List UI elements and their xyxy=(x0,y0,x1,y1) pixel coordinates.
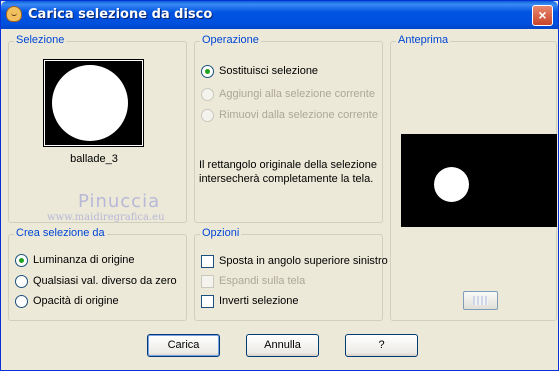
radio-label: Aggiungi alla selezione corrente xyxy=(219,88,375,100)
dropdown-arrow-icon[interactable] xyxy=(136,96,142,100)
preview-circle-shape xyxy=(434,167,469,202)
checkbox-sposta[interactable]: Sposta in angolo superiore sinistro xyxy=(201,253,388,269)
crea-selezione-group-title: Crea selezione da xyxy=(14,227,107,239)
checkbox-label: Inverti selezione xyxy=(219,295,299,307)
radio-label: Opacità di origine xyxy=(33,295,119,307)
radio-sostituisci[interactable]: Sostituisci selezione xyxy=(201,63,318,79)
radio-opacita[interactable]: Opacità di origine xyxy=(15,293,119,309)
dialog-window: Carica selezione da disco × Selezione ba… xyxy=(0,0,559,371)
opzioni-group-title: Opzioni xyxy=(200,227,242,239)
radio-luminanza[interactable]: Luminanza di origine xyxy=(15,252,135,268)
preview-toggle-button[interactable] xyxy=(463,291,498,310)
selezione-group-title: Selezione xyxy=(14,34,67,46)
close-button[interactable]: × xyxy=(532,5,553,26)
carica-button[interactable]: Carica xyxy=(147,334,220,357)
checkbox-label: Espandi sulla tela xyxy=(219,275,306,287)
radio-label: Qualsiasi val. diverso da zero xyxy=(33,275,177,287)
thumbnail-image xyxy=(45,61,142,145)
radio-rimuovi[interactable]: Rimuovi dalla selezione corrente xyxy=(201,107,378,123)
radio-on-icon[interactable] xyxy=(15,253,28,267)
preview-canvas xyxy=(401,134,557,227)
anteprima-group-title: Anteprima xyxy=(396,34,451,46)
operation-info-text: Il rettangolo originale della selezione … xyxy=(199,159,377,185)
checkbox-espandi[interactable]: Espandi sulla tela xyxy=(201,273,305,289)
watermark-url: www.maidiregrafica.eu xyxy=(47,212,165,223)
radio-label: Rimuovi dalla selezione corrente xyxy=(219,109,378,121)
checkbox-icon[interactable] xyxy=(201,294,214,308)
window-title: Carica selezione da disco xyxy=(28,7,213,22)
app-icon xyxy=(6,6,22,22)
help-button[interactable]: ? xyxy=(345,334,418,357)
radio-off-icon[interactable] xyxy=(201,87,214,101)
radio-qualsiasi[interactable]: Qualsiasi val. diverso da zero xyxy=(15,273,177,289)
thumbnail-circle-shape xyxy=(52,65,128,141)
checkbox-icon[interactable] xyxy=(201,274,214,288)
title-bar[interactable]: Carica selezione da disco × xyxy=(1,1,558,29)
operazione-group-title: Operazione xyxy=(200,34,261,46)
radio-off-icon[interactable] xyxy=(15,294,28,308)
checkbox-label: Sposta in angolo superiore sinistro xyxy=(219,255,388,267)
checkbox-inverti[interactable]: Inverti selezione xyxy=(201,293,299,309)
selection-thumbnail[interactable] xyxy=(43,59,144,147)
radio-aggiungi[interactable]: Aggiungi alla selezione corrente xyxy=(201,86,375,102)
annulla-button[interactable]: Annulla xyxy=(246,334,319,357)
thumbnail-name: ballade_3 xyxy=(70,153,118,165)
checkbox-icon[interactable] xyxy=(201,254,214,268)
watermark-name: Pinuccia xyxy=(78,191,161,212)
radio-off-icon[interactable] xyxy=(201,108,214,122)
radio-off-icon[interactable] xyxy=(15,274,28,288)
radio-label: Luminanza di origine xyxy=(33,254,135,266)
radio-on-icon[interactable] xyxy=(201,64,214,78)
radio-label: Sostituisci selezione xyxy=(219,65,319,77)
